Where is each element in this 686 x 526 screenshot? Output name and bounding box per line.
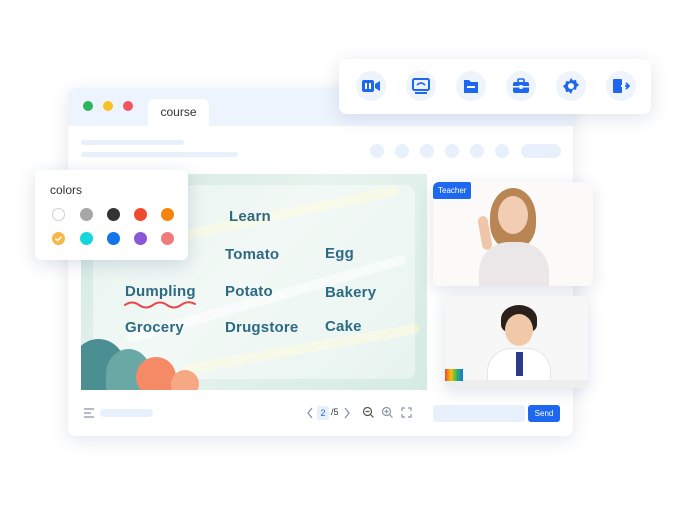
exit-button[interactable]	[606, 71, 636, 101]
header-placeholder-circle[interactable]	[495, 144, 509, 158]
word-tomato: Tomato	[225, 246, 280, 263]
window-minimize-button[interactable]	[103, 101, 113, 111]
decor-flower	[136, 357, 176, 390]
word-cake: Cake	[325, 318, 362, 335]
exit-icon	[613, 79, 630, 93]
teacher-badge: Teacher	[433, 182, 472, 199]
teacher-face	[498, 196, 528, 234]
header-placeholder-circle[interactable]	[470, 144, 484, 158]
header-placeholder-circle[interactable]	[420, 144, 434, 158]
header-placeholder-circle[interactable]	[445, 144, 459, 158]
header-placeholder-circle[interactable]	[395, 144, 409, 158]
toolbox-icon	[513, 78, 529, 93]
word-grocery: Grocery	[125, 319, 184, 336]
student-tie	[516, 352, 523, 376]
tab-course[interactable]: course	[148, 99, 209, 126]
color-swatch-white[interactable]	[52, 208, 65, 221]
toolbox-button[interactable]	[506, 71, 536, 101]
folder-icon	[464, 80, 478, 93]
word-potato: Potato	[225, 283, 273, 300]
decor-flower	[171, 370, 199, 390]
floating-toolbar	[339, 59, 651, 114]
screen-share-button[interactable]	[406, 71, 436, 101]
student-face	[505, 314, 533, 346]
screen-share-icon	[412, 78, 430, 94]
check-icon	[55, 236, 63, 242]
word-bakery: Bakery	[325, 284, 377, 301]
video-button[interactable]	[356, 71, 386, 101]
settings-button[interactable]	[556, 71, 586, 101]
pencil-cup	[445, 369, 463, 381]
window-close-button[interactable]	[123, 101, 133, 111]
zoom-out-icon[interactable]	[362, 406, 375, 419]
color-swatch-pink[interactable]	[161, 232, 174, 245]
chevron-right-icon[interactable]	[343, 407, 351, 419]
color-swatch-orange[interactable]	[161, 208, 174, 221]
video-icon	[362, 80, 380, 92]
annotation-underline	[124, 301, 196, 309]
folder-button[interactable]	[456, 71, 486, 101]
header-placeholder-line	[81, 152, 238, 157]
colors-title: colors	[50, 183, 83, 197]
color-swatch-black[interactable]	[107, 208, 120, 221]
settings-icon	[563, 78, 580, 94]
slide-title-placeholder	[100, 409, 153, 417]
word-learn: Learn	[229, 208, 271, 225]
color-swatch-gray[interactable]	[80, 208, 93, 221]
word-egg: Egg	[325, 245, 354, 262]
send-button[interactable]: Send	[528, 405, 560, 422]
student-video-tile[interactable]	[445, 296, 588, 388]
zoom-in-icon[interactable]	[381, 406, 394, 419]
page-total: /5	[331, 407, 339, 417]
chat-input[interactable]	[433, 405, 525, 422]
color-swatch-cyan[interactable]	[80, 232, 93, 245]
color-swatch-amber-selected[interactable]	[52, 232, 65, 245]
list-icon[interactable]	[83, 407, 95, 419]
color-swatch-red[interactable]	[134, 208, 147, 221]
word-drugstore: Drugstore	[225, 319, 299, 336]
header-placeholder-pill[interactable]	[521, 144, 561, 158]
teacher-video-tile[interactable]: Teacher	[433, 182, 593, 286]
chevron-left-icon[interactable]	[306, 407, 314, 419]
word-dumpling: Dumpling	[125, 283, 196, 300]
color-swatch-blue[interactable]	[107, 232, 120, 245]
header-placeholder-circle[interactable]	[370, 144, 384, 158]
colors-panel: colors	[35, 170, 188, 260]
student-desk	[445, 380, 588, 388]
window-maximize-button[interactable]	[83, 101, 93, 111]
header-placeholder-line	[81, 140, 184, 145]
fullscreen-icon[interactable]	[401, 407, 412, 418]
color-swatch-purple[interactable]	[134, 232, 147, 245]
page-current[interactable]: 2	[317, 406, 329, 420]
